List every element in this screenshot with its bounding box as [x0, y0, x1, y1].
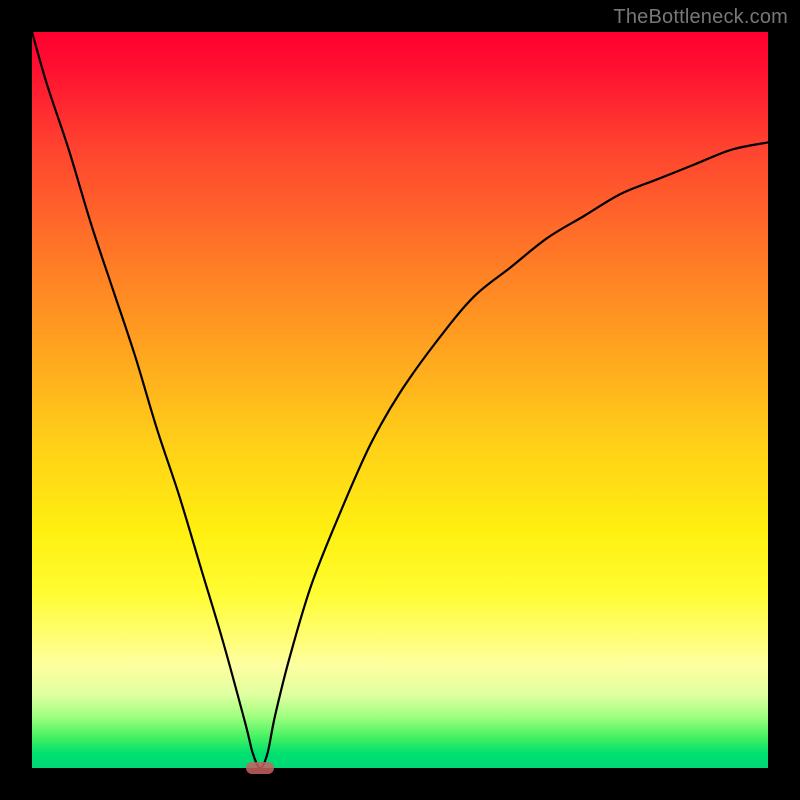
chart-frame: TheBottleneck.com: [0, 0, 800, 800]
min-point-marker: [246, 762, 274, 774]
bottleneck-curve: [32, 32, 768, 768]
curve-layer: [32, 32, 768, 768]
plot-area: [32, 32, 768, 768]
watermark-text: TheBottleneck.com: [613, 6, 788, 29]
